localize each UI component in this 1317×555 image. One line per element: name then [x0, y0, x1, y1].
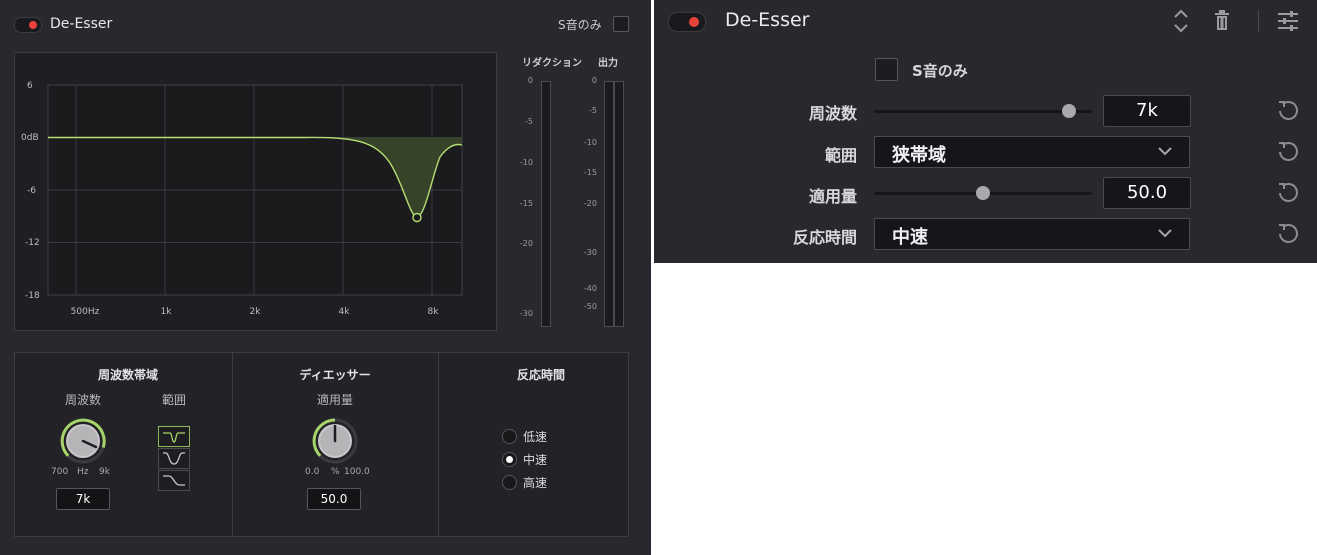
section-divider — [438, 353, 439, 536]
wide-band-button[interactable] — [158, 448, 190, 469]
freq-label: 周波数 — [64, 393, 102, 407]
output-tick: 0 — [591, 76, 597, 85]
y-label-minus6: -6 — [27, 186, 36, 196]
range-label: 範囲 — [161, 393, 187, 407]
x-label-4k: 4k — [338, 307, 350, 317]
settings-sliders-icon[interactable] — [1276, 9, 1300, 33]
frequency-value-field[interactable]: 7k — [56, 488, 110, 510]
range-dropdown-value: 狭帯域 — [892, 145, 946, 166]
output-tick: -50 — [583, 302, 597, 311]
eq-graph-canvas — [47, 84, 463, 296]
x-label-1k: 1k — [160, 307, 172, 317]
output-tick: -10 — [583, 138, 597, 147]
response-dropdown[interactable]: 中速 — [874, 218, 1190, 250]
output-tick: -15 — [583, 168, 597, 177]
freq-knob-unit: Hz — [77, 467, 89, 477]
output-tick: -5 — [589, 106, 597, 115]
high-shelf-button[interactable] — [158, 470, 190, 491]
reduction-meter — [541, 81, 551, 327]
reorder-icon[interactable] — [1171, 8, 1191, 34]
deesser-title: ディエッサー — [299, 368, 371, 382]
reduction-tick: 0 — [527, 76, 533, 85]
s-only-label: S音のみ — [558, 18, 602, 32]
amount-knob-max: 100.0 — [344, 467, 370, 477]
power-toggle[interactable] — [668, 12, 706, 32]
controls-panel: 周波数帯域 周波数 範囲 700 Hz 9k 7k ディエッサー 適用量 0.0… — [14, 352, 629, 537]
y-label-minus18: -18 — [25, 291, 40, 301]
output-tick: -30 — [583, 248, 597, 257]
x-label-2k: 2k — [249, 307, 261, 317]
toolbar-divider — [1258, 10, 1259, 32]
output-tick: -40 — [583, 284, 597, 293]
y-label-minus12: -12 — [25, 238, 40, 248]
eq-graph: 6 0dB -6 -12 -18 500Hz 1k 2k 4k 8k — [14, 52, 497, 331]
s-only-label: S音のみ — [912, 62, 968, 80]
frequency-knob[interactable] — [59, 417, 107, 465]
response-reset-icon[interactable] — [1277, 222, 1299, 244]
freq-band-title: 周波数帯域 — [97, 368, 159, 382]
response-label: 反応時間 — [792, 228, 857, 247]
reduction-tick: -5 — [525, 117, 533, 126]
response-title: 反応時間 — [516, 368, 566, 382]
freq-knob-min: 700 — [51, 467, 69, 477]
s-only-checkbox[interactable] — [875, 58, 898, 81]
output-meter-right — [614, 81, 624, 327]
freq-slider-track[interactable] — [874, 110, 1092, 113]
freq-knob-max: 9k — [99, 467, 110, 477]
amount-label: 適用量 — [316, 393, 354, 407]
freq-value-field[interactable]: 7k — [1103, 95, 1191, 127]
power-toggle[interactable] — [14, 17, 42, 33]
response-fast-label: 高速 — [523, 476, 548, 490]
response-medium-radio[interactable] — [502, 452, 517, 467]
freq-reset-icon[interactable] — [1277, 99, 1299, 121]
plugin-title: De-Esser — [50, 16, 113, 32]
y-label-0db: 0dB — [21, 133, 39, 143]
response-dropdown-value: 中速 — [892, 227, 928, 248]
range-reset-icon[interactable] — [1277, 140, 1299, 162]
power-indicator — [689, 17, 699, 27]
eq-node-handle[interactable] — [412, 212, 422, 223]
wide-notch-icon — [163, 452, 185, 465]
notch-icon — [163, 432, 185, 443]
amount-knob-unit: % — [331, 467, 340, 477]
chevron-down-icon — [1158, 147, 1172, 156]
x-label-8k: 8k — [427, 307, 439, 317]
chevron-down-icon — [1158, 229, 1172, 238]
output-tick: -20 — [583, 199, 597, 208]
amount-knob[interactable] — [311, 417, 359, 465]
output-meter-left — [604, 81, 614, 327]
x-label-500hz: 500Hz — [70, 307, 100, 317]
response-slow-radio[interactable] — [502, 429, 517, 444]
s-only-checkbox[interactable] — [613, 16, 629, 32]
reduction-tick: -20 — [519, 239, 533, 248]
shelf-icon — [163, 475, 185, 486]
range-label: 範囲 — [824, 146, 857, 165]
output-meter-label: 出力 — [598, 58, 618, 69]
reduction-tick: -30 — [519, 309, 533, 318]
reduction-tick: -10 — [519, 158, 533, 167]
plugin-title: De-Esser — [725, 9, 810, 31]
response-slow-label: 低速 — [523, 430, 548, 444]
freq-slider-thumb[interactable] — [1062, 104, 1076, 118]
range-dropdown[interactable]: 狭帯域 — [874, 136, 1190, 168]
reduction-meter-label: リダクション — [522, 58, 582, 69]
response-medium-label: 中速 — [523, 453, 548, 467]
y-label-6: 6 — [27, 81, 33, 91]
freq-label: 周波数 — [808, 104, 857, 123]
trash-icon[interactable] — [1213, 10, 1231, 32]
section-divider — [232, 353, 233, 536]
right-plugin-panel: De-Esser S音のみ 周波数 7k 範囲 狭帯域 適用量 50.0 反応時… — [654, 0, 1317, 263]
amount-value-field[interactable]: 50.0 — [307, 488, 361, 510]
amount-label: 適用量 — [808, 187, 857, 206]
left-plugin-panel: De-Esser S音のみ 6 0dB -6 -12 -18 500Hz 1k … — [0, 0, 651, 555]
amount-value-field[interactable]: 50.0 — [1103, 177, 1191, 209]
response-fast-radio[interactable] — [502, 475, 517, 490]
narrow-band-button[interactable] — [158, 426, 190, 447]
power-indicator — [29, 21, 37, 29]
amount-reset-icon[interactable] — [1277, 181, 1299, 203]
reduction-tick: -15 — [519, 199, 533, 208]
amount-slider-thumb[interactable] — [976, 186, 990, 200]
amount-knob-min: 0.0 — [305, 467, 320, 477]
